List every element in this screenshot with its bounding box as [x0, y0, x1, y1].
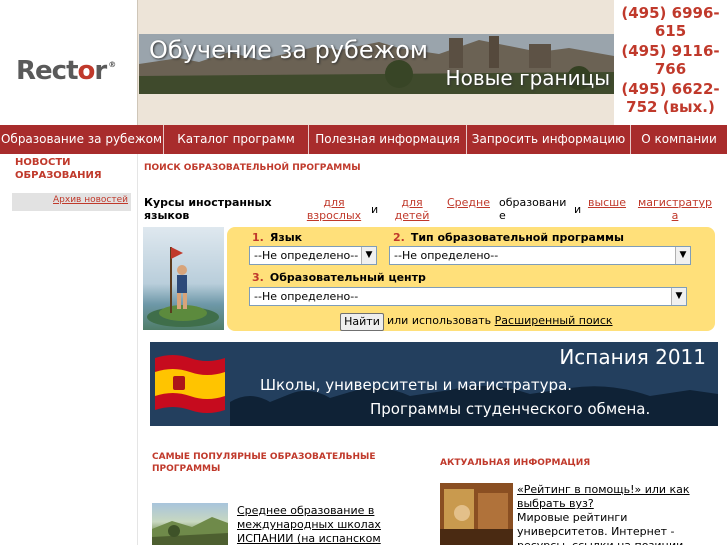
actual-info-thumbnail[interactable]: [440, 483, 513, 545]
phone-3: (495) 6622-752 (вых.): [621, 80, 720, 116]
center-select[interactable]: --Не определено-- ▼: [249, 287, 687, 306]
chevron-down-icon: ▼: [671, 288, 686, 305]
nav-item-education-abroad[interactable]: Образование за рубежом: [0, 125, 164, 154]
link-adults[interactable]: для взрослых: [304, 196, 364, 222]
landscape-image: [152, 517, 228, 545]
popular-programs-title: САМЫЕ ПОПУЛЯРНЫЕ ОБРАЗОВАТЕЛЬНЫЕ ПРОГРАМ…: [152, 452, 376, 474]
popular-program-link[interactable]: Среднее образование в международных школ…: [237, 504, 397, 545]
advanced-search-text: или использовать Расширенный поиск: [387, 314, 613, 327]
chevron-down-icon: ▼: [361, 247, 376, 264]
islander-illustration: [143, 227, 224, 330]
spain-flag-icon: [155, 355, 225, 413]
archive-bar: Архив новостей: [12, 193, 131, 211]
chevron-down-icon: ▼: [675, 247, 690, 264]
column-divider: [137, 154, 138, 545]
rector-logo[interactable]: Rector ®: [16, 56, 116, 86]
banner-subtitle: Новые границы: [445, 66, 610, 90]
link-children[interactable]: для детей: [384, 196, 440, 222]
main-nav: Образование за рубежом Каталог программ …: [0, 125, 727, 154]
and-text-1: и: [371, 203, 379, 216]
link-higher[interactable]: высше: [587, 196, 627, 209]
archive-link[interactable]: Архив новостей: [53, 195, 128, 205]
nav-item-request-info[interactable]: Запросить информацию: [467, 125, 631, 154]
search-submit-button[interactable]: Найти: [340, 313, 384, 331]
link-secondary[interactable]: Средне: [447, 196, 490, 209]
field-language-label: 1. Язык: [252, 231, 303, 244]
nav-item-catalog[interactable]: Каталог программ: [164, 125, 309, 154]
advanced-search-link[interactable]: Расширенный поиск: [495, 314, 613, 327]
library-image: [440, 483, 513, 545]
banner-title: Обучение за рубежом: [149, 36, 429, 64]
language-select[interactable]: --Не определено-- ▼: [249, 246, 377, 265]
link-masters[interactable]: магистратур а: [637, 196, 713, 222]
education-word: образовани е: [499, 196, 567, 222]
popular-program-thumbnail[interactable]: [152, 503, 228, 545]
promo-title: Испания 2011: [559, 345, 706, 369]
phone-1: (495) 6996-615: [621, 4, 720, 40]
field-center-label: 3. Образовательный центр: [252, 271, 426, 284]
left-column: [0, 154, 137, 545]
search-title: ПОИСК ОБРАЗОВАТЕЛЬНОЙ ПРОГРАММЫ: [144, 163, 361, 173]
courses-label: Курсы иностранных языков: [144, 196, 272, 222]
program-type-select[interactable]: --Не определено-- ▼: [389, 246, 691, 265]
actual-info-title: АКТУАЛЬНАЯ ИНФОРМАЦИЯ: [440, 458, 591, 468]
nav-item-useful-info[interactable]: Полезная информация: [309, 125, 467, 154]
island-man-image: [147, 247, 219, 327]
actual-info-link[interactable]: «Рейтинг в помощь!» или как выбрать вуз?: [517, 483, 702, 511]
course-links-row: Курсы иностранных языков для взрослых и …: [144, 196, 724, 224]
phone-block: (495) 6996-615 (495) 9116-766 (495) 6622…: [614, 0, 727, 125]
actual-info-text: Мировые рейтинги университетов. Интернет…: [517, 511, 683, 545]
field-program-type-label: 2. Тип образовательной программы: [393, 231, 624, 244]
phone-2: (495) 9116-766: [621, 42, 720, 78]
and-text-2: и: [574, 203, 582, 216]
spain-promo-banner[interactable]: Испания 2011 Школы, университеты и магис…: [150, 342, 718, 426]
news-title: НОВОСТИ ОБРАЗОВАНИЯ: [15, 157, 102, 181]
promo-line-2: Программы студенческого обмена.: [370, 400, 651, 418]
header-banner: Обучение за рубежом Новые границы: [139, 34, 614, 94]
nav-item-about[interactable]: О компании: [631, 125, 727, 154]
promo-line-1: Школы, университеты и магистратура.: [260, 376, 573, 394]
